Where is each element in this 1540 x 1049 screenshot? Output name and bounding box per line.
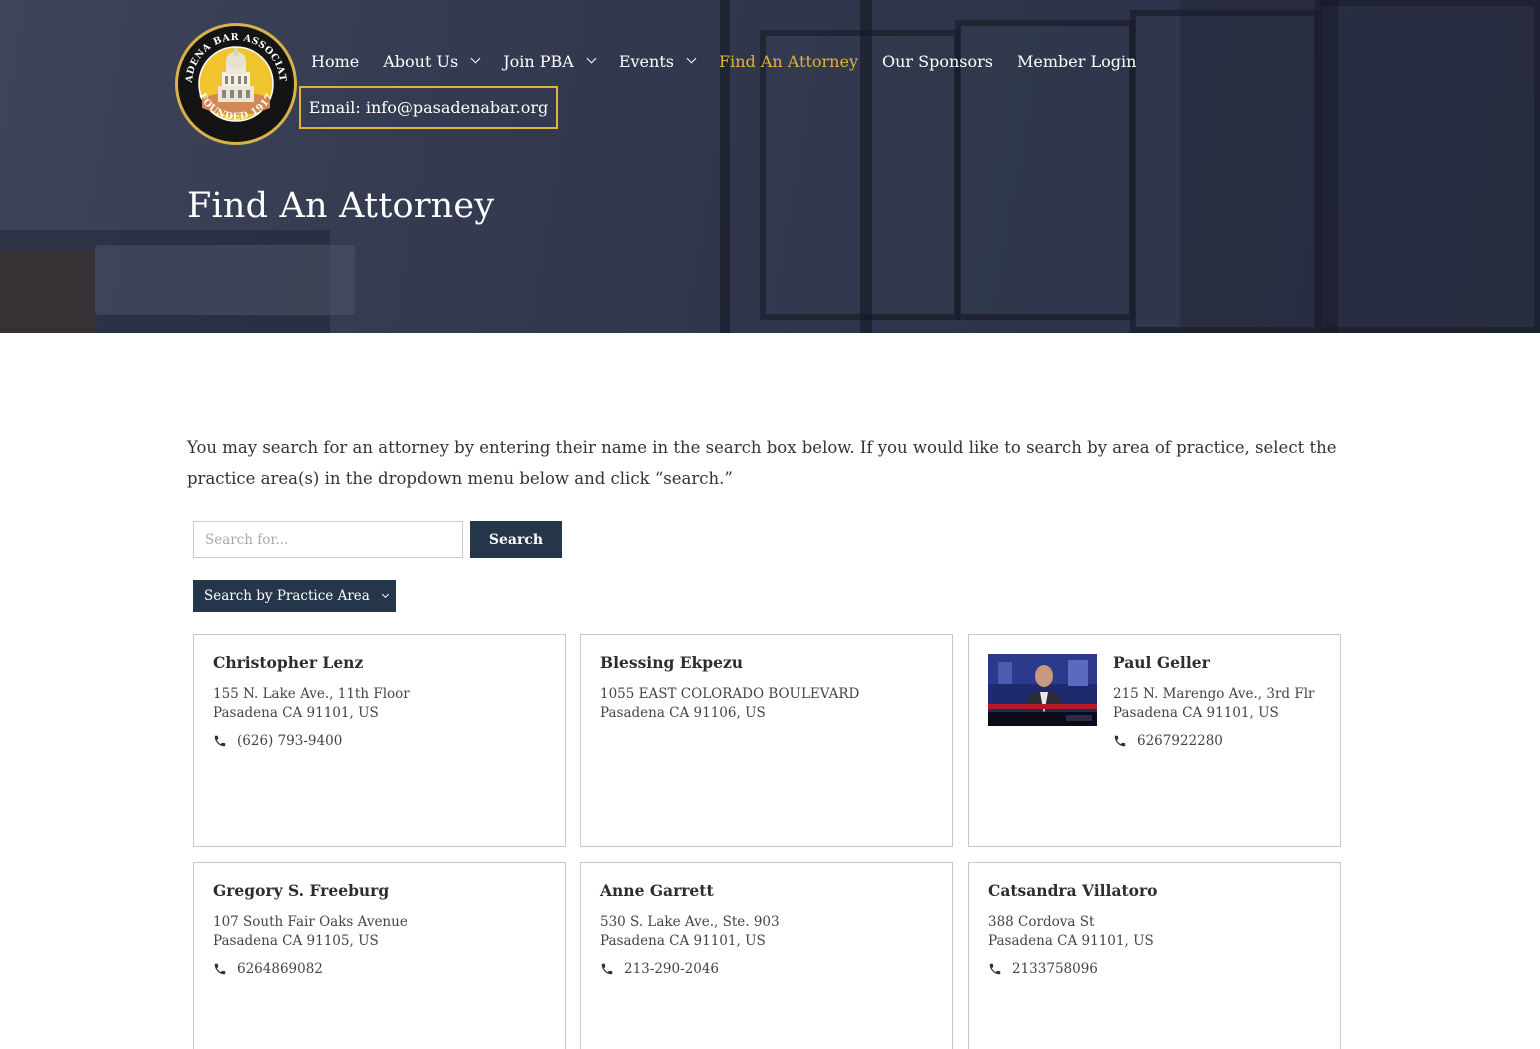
practice-area-dropdown[interactable]: Search by Practice Area (193, 580, 396, 612)
attorney-address: 1055 EAST COLORADO BOULEVARD Pasadena CA … (600, 686, 860, 721)
page-title: Find An Attorney (187, 186, 495, 226)
chevron-down-icon (381, 590, 389, 598)
attorney-photo[interactable] (988, 654, 1097, 726)
attorney-name[interactable]: Blessing Ekpezu (600, 653, 743, 672)
phone-icon (214, 963, 226, 975)
attorney-name[interactable]: Christopher Lenz (213, 653, 363, 672)
attorney-address: 215 N. Marengo Ave., 3rd Flr Pasadena CA … (1113, 686, 1315, 721)
attorney-address: 388 Cordova St Pasadena CA 91101, US (988, 914, 1154, 949)
attorney-name[interactable]: Gregory S. Freeburg (213, 881, 389, 900)
attorney-card[interactable]: Anne Garrett 530 S. Lake Ave., Ste. 903 P… (580, 862, 953, 1049)
nav-find-an-attorney[interactable]: Find An Attorney (719, 52, 858, 71)
phone-icon (1114, 735, 1126, 747)
chevron-down-icon (470, 53, 481, 64)
attorney-card[interactable]: Gregory S. Freeburg 107 South Fair Oaks … (193, 862, 566, 1049)
intro-text: You may search for an attorney by enteri… (187, 438, 1337, 488)
attorney-phone[interactable]: 2133758096 (988, 961, 1098, 977)
attorney-phone[interactable]: (626) 793-9400 (213, 733, 342, 749)
attorney-card[interactable]: Blessing Ekpezu 1055 EAST COLORADO BOULE… (580, 634, 953, 847)
attorney-card[interactable]: Paul Geller 215 N. Marengo Ave., 3rd Flr… (968, 634, 1341, 847)
attorney-address: 530 S. Lake Ave., Ste. 903 Pasadena CA 91… (600, 914, 780, 949)
attorney-phone[interactable]: 6267922280 (1113, 733, 1223, 749)
email-contact-button[interactable]: Email: info@pasadenabar.org (299, 86, 558, 129)
phone-icon (989, 963, 1001, 975)
phone-icon (214, 735, 226, 747)
nav-join-pba[interactable]: Join PBA (503, 52, 597, 71)
attorney-card[interactable]: Christopher Lenz 155 N. Lake Ave., 11th … (193, 634, 566, 847)
attorney-name[interactable]: Anne Garrett (600, 881, 714, 900)
chevron-down-icon (586, 53, 597, 64)
phone-icon (601, 963, 613, 975)
attorney-address: 155 N. Lake Ave., 11th Floor Pasadena CA … (213, 686, 410, 721)
attorney-card[interactable]: Catsandra Villatoro 388 Cordova St Pasade… (968, 862, 1341, 1049)
chevron-down-icon (686, 53, 697, 64)
attorney-address: 107 South Fair Oaks Avenue Pasadena CA 91… (213, 914, 408, 949)
main-navigation: Home About Us Join PBA Events Find An At… (311, 47, 1160, 75)
nav-about-us[interactable]: About Us (383, 52, 481, 71)
search-input[interactable] (193, 521, 463, 558)
hero-banner: PASADENA BAR ASSOCIATION FOUNDED 1917 Ho… (0, 0, 1540, 333)
search-button[interactable]: Search (470, 521, 562, 558)
practice-area-label: Search by Practice Area (204, 588, 370, 604)
nav-our-sponsors[interactable]: Our Sponsors (882, 52, 993, 71)
pba-seal-logo[interactable]: PASADENA BAR ASSOCIATION FOUNDED 1917 (175, 23, 297, 145)
attorney-phone[interactable]: 6264869082 (213, 961, 323, 977)
nav-events[interactable]: Events (619, 52, 697, 71)
nav-member-login[interactable]: Member Login (1017, 52, 1136, 71)
nav-home[interactable]: Home (311, 52, 359, 71)
attorney-phone[interactable]: 213-290-2046 (600, 961, 719, 977)
attorney-name[interactable]: Catsandra Villatoro (988, 881, 1158, 900)
attorney-name[interactable]: Paul Geller (1113, 653, 1210, 672)
